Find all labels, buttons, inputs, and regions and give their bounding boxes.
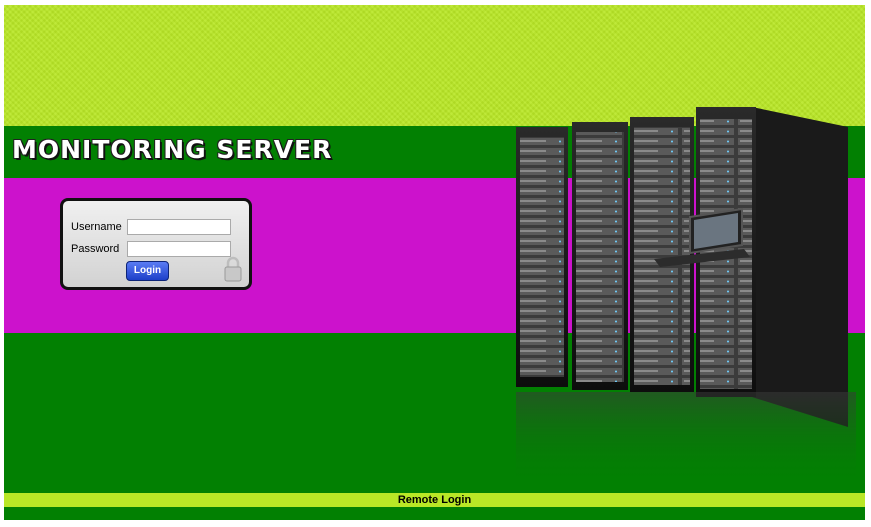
login-button[interactable]: Login (126, 261, 169, 281)
login-panel: Username Password Login (60, 198, 252, 290)
page-frame: MONITORING SERVER Username Password Logi… (4, 5, 865, 520)
username-input[interactable] (127, 219, 231, 235)
username-label: Username (71, 221, 122, 233)
password-label: Password (71, 243, 120, 255)
page-title: MONITORING SERVER (12, 135, 333, 164)
password-input[interactable] (127, 241, 231, 257)
server-rack-image (516, 107, 856, 487)
padlock-icon (224, 256, 242, 282)
remote-login-link[interactable]: Remote Login (4, 493, 865, 507)
